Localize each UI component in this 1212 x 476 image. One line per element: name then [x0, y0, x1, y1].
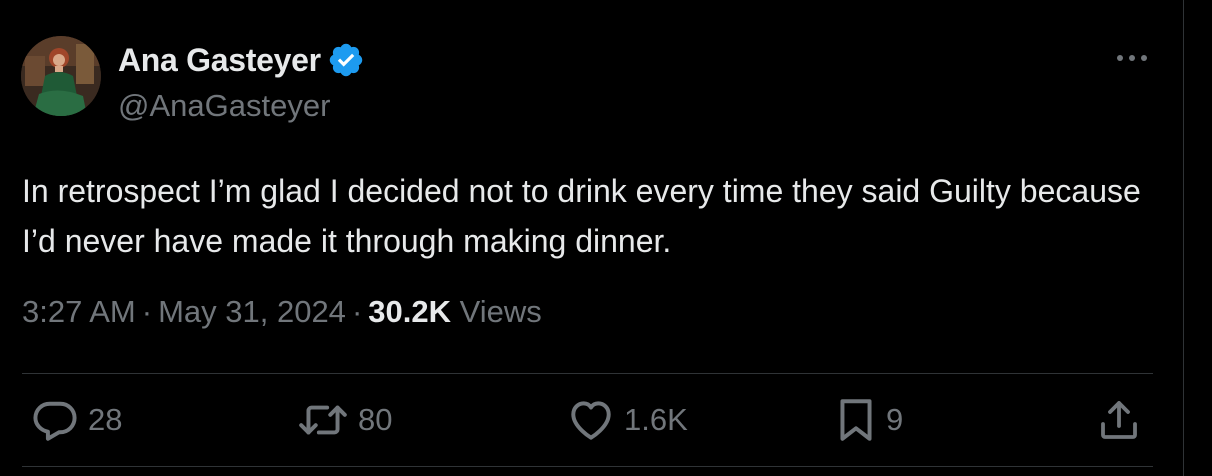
author-name-row: Ana Gasteyer — [118, 40, 365, 80]
repost-count: 80 — [358, 402, 393, 437]
like-button[interactable]: 1.6K — [566, 395, 688, 445]
heart-icon — [571, 401, 611, 440]
bookmark-icon — [840, 399, 872, 441]
tweet-text: In retrospect I’m glad I decided not to … — [22, 173, 1141, 259]
column-border — [1183, 0, 1184, 476]
speech-bubble-icon — [33, 401, 77, 441]
repost-arrows-icon — [299, 405, 347, 435]
share-button[interactable] — [1095, 395, 1143, 445]
more-options-button[interactable] — [1112, 44, 1152, 72]
views-label: Views — [459, 294, 542, 329]
author-handle[interactable]: @AnaGasteyer — [118, 88, 330, 124]
reply-count: 28 — [88, 402, 123, 437]
more-horizontal-icon — [1117, 55, 1147, 61]
meta-separator: · — [141, 294, 153, 329]
meta-separator: · — [351, 294, 363, 329]
divider — [22, 466, 1153, 467]
like-count: 1.6K — [624, 402, 688, 437]
avatar[interactable] — [21, 36, 101, 116]
bookmark-button[interactable]: 9 — [834, 395, 903, 445]
tweet-date[interactable]: May 31, 2024 — [158, 294, 346, 329]
reply-button[interactable]: 28 — [30, 395, 122, 445]
display-name[interactable]: Ana Gasteyer — [118, 42, 321, 79]
tweet-time[interactable]: 3:27 AM — [22, 294, 136, 329]
share-upload-icon — [1101, 401, 1137, 439]
bookmark-count: 9 — [886, 402, 904, 437]
repost-button[interactable]: 80 — [296, 395, 392, 445]
verified-badge-icon[interactable] — [327, 41, 365, 79]
divider — [22, 373, 1153, 374]
views-count[interactable]: 30.2K — [368, 294, 451, 329]
tweet-meta: 3:27 AM · May 31, 2024 · 30.2K Views — [22, 294, 542, 330]
